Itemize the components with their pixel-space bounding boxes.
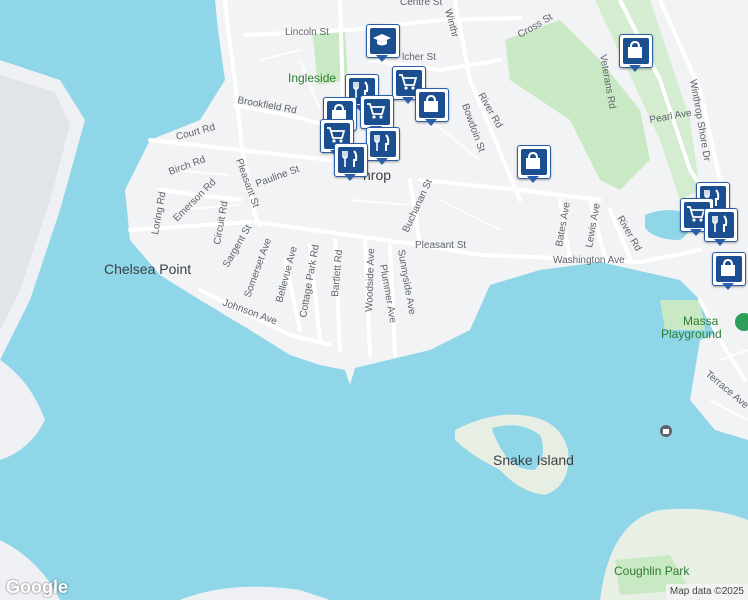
shopping-pin-2[interactable] (415, 88, 449, 128)
fork-knife-icon (374, 134, 390, 151)
label-belcher-st: lcher St (402, 52, 436, 63)
shopping-pin[interactable] (619, 34, 653, 74)
restaurant-pin-5[interactable] (704, 208, 738, 248)
fork-knife-icon (342, 150, 358, 167)
school-pin[interactable] (366, 24, 400, 64)
label-pleasant-st: Pleasant St (415, 240, 466, 251)
shopping-bag-icon (628, 40, 642, 58)
label-playground: Playground (661, 327, 722, 341)
label-washington-ave: Washington Ave (553, 255, 625, 266)
label-ingleside-park: Ingleside (288, 71, 336, 85)
shopping-bag-icon (721, 258, 735, 276)
shopping-bag-icon (424, 94, 438, 112)
shopping-cart-icon (367, 103, 386, 119)
label-centre-st: Centre St (400, 0, 442, 8)
google-logo: Google (6, 577, 68, 597)
label-massa: Massa (683, 314, 719, 328)
map-canvas[interactable]: Lincoln St Centre St Cross St Veterans R… (0, 0, 748, 600)
label-coughlin-park: Coughlin Park (614, 564, 690, 578)
shopping-bag-icon (526, 151, 540, 169)
restaurant-pin-2[interactable] (366, 127, 400, 167)
shopping-pin-5[interactable] (712, 252, 746, 292)
shopping-pin-4[interactable] (517, 145, 551, 185)
label-woodside-ave: Woodside Ave (364, 248, 377, 312)
restaurant-pin-3[interactable] (334, 143, 368, 183)
label-snake-island: Snake Island (493, 452, 574, 468)
label-chelsea-point: Chelsea Point (104, 261, 191, 277)
graduation-cap-icon (373, 34, 391, 46)
fork-knife-icon (712, 215, 728, 232)
map-attribution[interactable]: Map data ©2025 (665, 584, 748, 600)
label-lincoln-st: Lincoln St (285, 27, 329, 38)
